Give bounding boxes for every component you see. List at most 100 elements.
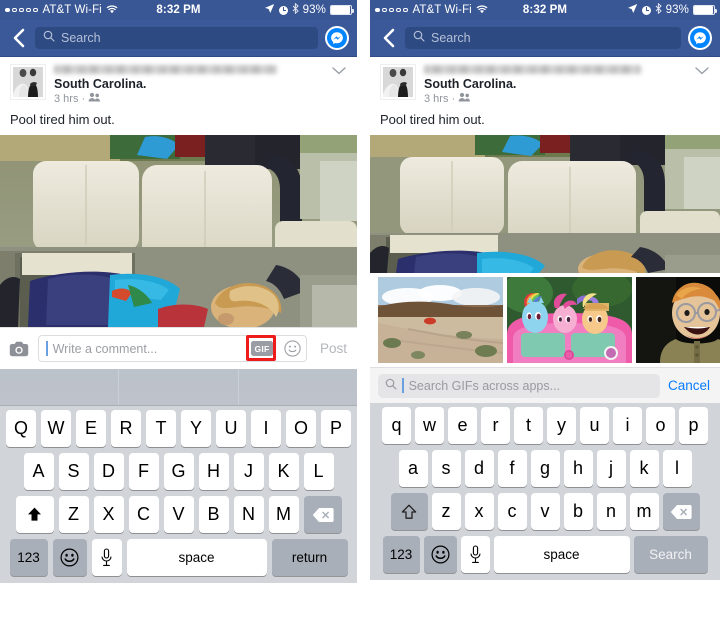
microphone-icon[interactable] bbox=[460, 536, 490, 573]
key-k[interactable]: K bbox=[268, 453, 299, 490]
key-h[interactable]: H bbox=[198, 453, 229, 490]
post-photo[interactable] bbox=[370, 135, 720, 273]
key-i[interactable]: I bbox=[251, 410, 281, 447]
key-j[interactable]: j bbox=[596, 450, 626, 487]
key-v[interactable]: v bbox=[530, 493, 560, 530]
comment-input[interactable]: Write a comment... GIF bbox=[38, 334, 307, 362]
prediction-slot-2[interactable] bbox=[118, 369, 237, 405]
avatar[interactable] bbox=[10, 64, 46, 100]
key-n[interactable]: N bbox=[233, 496, 264, 533]
key-v[interactable]: V bbox=[163, 496, 194, 533]
key-x[interactable]: X bbox=[93, 496, 124, 533]
shift-filled-icon[interactable] bbox=[15, 496, 54, 533]
key-r[interactable]: R bbox=[111, 410, 141, 447]
key-l[interactable]: l bbox=[662, 450, 692, 487]
back-button[interactable] bbox=[8, 27, 28, 49]
key-s[interactable]: s bbox=[431, 450, 461, 487]
key-f[interactable]: F bbox=[128, 453, 159, 490]
key-p[interactable]: p bbox=[679, 407, 708, 444]
key-q[interactable]: Q bbox=[6, 410, 36, 447]
key-o[interactable]: O bbox=[286, 410, 316, 447]
post-location[interactable]: South Carolina. bbox=[54, 77, 323, 91]
smiley-face-icon[interactable] bbox=[284, 340, 301, 357]
post-comment-button[interactable]: Post bbox=[315, 341, 349, 356]
key-b[interactable]: B bbox=[198, 496, 229, 533]
prediction-slot-1[interactable] bbox=[0, 369, 118, 405]
numbers-key[interactable]: 123 bbox=[9, 539, 48, 576]
key-a[interactable]: A bbox=[23, 453, 54, 490]
key-n[interactable]: n bbox=[596, 493, 626, 530]
key-b[interactable]: b bbox=[563, 493, 593, 530]
back-button[interactable] bbox=[378, 27, 398, 49]
key-t[interactable]: T bbox=[146, 410, 176, 447]
messenger-icon[interactable] bbox=[688, 26, 712, 50]
key-f[interactable]: f bbox=[497, 450, 527, 487]
key-g[interactable]: g bbox=[530, 450, 560, 487]
space-key[interactable]: space bbox=[493, 536, 630, 573]
key-e[interactable]: E bbox=[76, 410, 106, 447]
key-i[interactable]: i bbox=[613, 407, 642, 444]
key-a[interactable]: a bbox=[398, 450, 428, 487]
key-m[interactable]: M bbox=[268, 496, 299, 533]
key-k[interactable]: k bbox=[629, 450, 659, 487]
key-y[interactable]: Y bbox=[181, 410, 211, 447]
prediction-slot-3[interactable] bbox=[237, 369, 357, 405]
gif-search-input[interactable]: Search GIFs across apps... bbox=[378, 373, 660, 398]
numbers-key[interactable]: 123 bbox=[382, 536, 420, 573]
search-input[interactable]: Search bbox=[35, 27, 318, 49]
key-u[interactable]: U bbox=[216, 410, 246, 447]
key-o[interactable]: o bbox=[646, 407, 675, 444]
backspace-icon[interactable] bbox=[303, 496, 342, 533]
key-c[interactable]: C bbox=[128, 496, 159, 533]
friends-audience-icon[interactable] bbox=[88, 92, 101, 106]
key-x[interactable]: x bbox=[464, 493, 494, 530]
screenshot-stage: AT&T Wi-Fi 8:32 PM 93% Search South Caro… bbox=[0, 0, 720, 623]
camera-icon[interactable] bbox=[8, 341, 30, 357]
gif-results-tray[interactable] bbox=[370, 273, 720, 367]
emoji-smiley-icon[interactable] bbox=[52, 539, 87, 576]
post-timestamp[interactable]: 3 hrs bbox=[54, 92, 78, 106]
post-options-button[interactable] bbox=[331, 64, 347, 75]
bluetooth-icon bbox=[292, 2, 299, 17]
avatar[interactable] bbox=[380, 64, 416, 100]
key-q[interactable]: q bbox=[382, 407, 411, 444]
shift-outline-icon[interactable] bbox=[390, 493, 428, 530]
emoji-smiley-icon[interactable] bbox=[423, 536, 457, 573]
key-w[interactable]: w bbox=[415, 407, 444, 444]
cancel-button[interactable]: Cancel bbox=[668, 378, 712, 393]
post-photo[interactable] bbox=[0, 135, 357, 327]
post-location[interactable]: South Carolina. bbox=[424, 77, 686, 91]
space-key[interactable]: space bbox=[126, 539, 267, 576]
key-w[interactable]: W bbox=[41, 410, 71, 447]
gif-thumbnail-desert-road[interactable] bbox=[378, 277, 503, 363]
gif-button-wrapper[interactable]: GIF bbox=[245, 334, 276, 361]
key-h[interactable]: h bbox=[563, 450, 593, 487]
post-options-button[interactable] bbox=[694, 64, 710, 75]
key-s[interactable]: S bbox=[58, 453, 89, 490]
key-d[interactable]: D bbox=[93, 453, 124, 490]
search-input[interactable]: Search bbox=[405, 27, 681, 49]
key-y[interactable]: y bbox=[547, 407, 576, 444]
key-p[interactable]: P bbox=[321, 410, 351, 447]
messenger-icon[interactable] bbox=[325, 26, 349, 50]
key-l[interactable]: L bbox=[303, 453, 334, 490]
backspace-icon[interactable] bbox=[662, 493, 700, 530]
key-d[interactable]: d bbox=[464, 450, 494, 487]
key-e[interactable]: e bbox=[448, 407, 477, 444]
key-c[interactable]: c bbox=[497, 493, 527, 530]
microphone-icon[interactable] bbox=[91, 539, 122, 576]
return-key[interactable]: return bbox=[271, 539, 348, 576]
key-r[interactable]: r bbox=[481, 407, 510, 444]
gif-thumbnail-my-little-pony[interactable] bbox=[507, 277, 632, 363]
key-u[interactable]: u bbox=[580, 407, 609, 444]
friends-audience-icon[interactable] bbox=[458, 92, 471, 106]
key-m[interactable]: m bbox=[629, 493, 659, 530]
search-action-key[interactable]: Search bbox=[633, 536, 708, 573]
key-t[interactable]: t bbox=[514, 407, 543, 444]
key-z[interactable]: Z bbox=[58, 496, 89, 533]
post-timestamp[interactable]: 3 hrs bbox=[424, 92, 448, 106]
key-j[interactable]: J bbox=[233, 453, 264, 490]
key-g[interactable]: G bbox=[163, 453, 194, 490]
gif-thumbnail-cartoon-man[interactable] bbox=[636, 277, 720, 363]
key-z[interactable]: z bbox=[431, 493, 461, 530]
